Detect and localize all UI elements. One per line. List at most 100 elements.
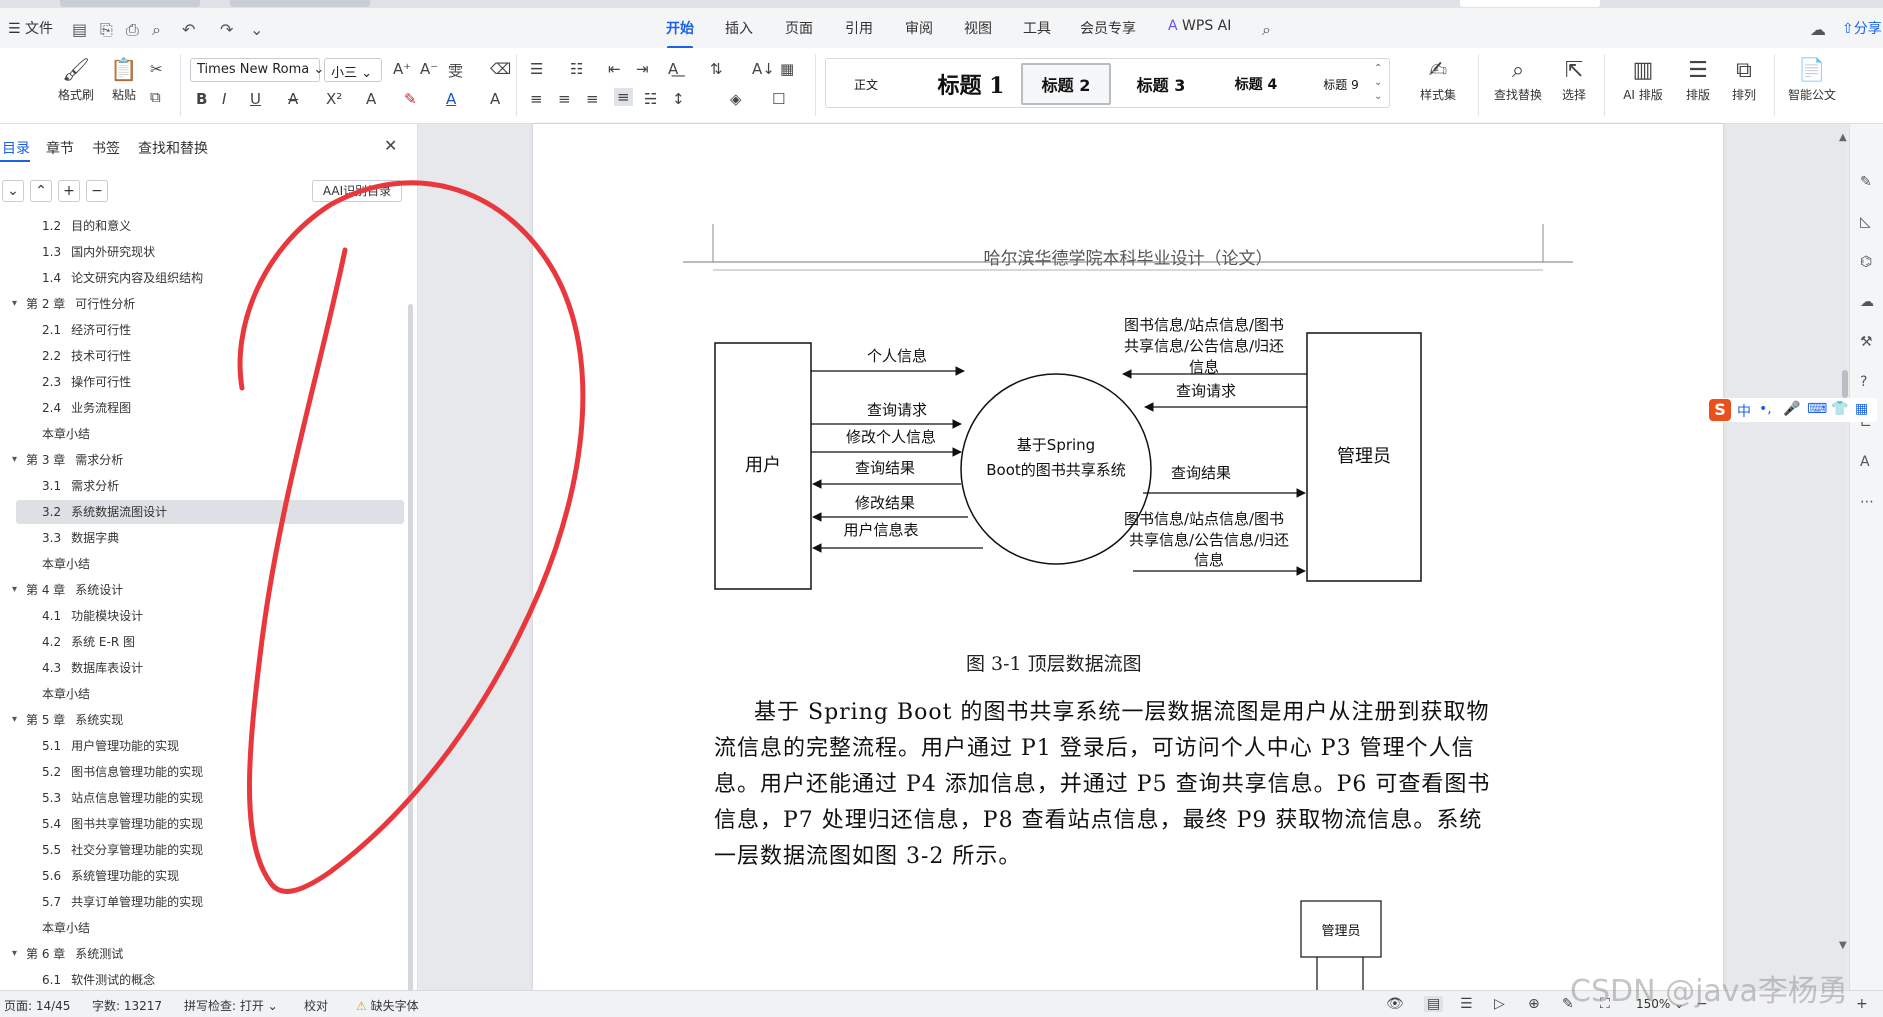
align-left-icon[interactable]: ≡ — [530, 90, 543, 108]
show-marks-icon[interactable]: ▦ — [780, 60, 794, 78]
remove-heading-button[interactable]: − — [86, 180, 108, 202]
toc-section-item[interactable]: 5.7 共享订单管理功能的实现 — [16, 890, 404, 914]
chinese-layout-icon[interactable]: A͟ — [668, 60, 678, 78]
style-heading-9[interactable]: 标题 9 — [1301, 63, 1381, 105]
toc-chapter-item[interactable]: ▾ 第 5 章系统实现 — [12, 708, 404, 732]
toc-section-item[interactable]: 1.4 论文研究内容及组织结构 — [16, 266, 404, 290]
style-heading-2[interactable]: 标题 2 — [1021, 63, 1111, 105]
collapse-caret-icon[interactable]: ▾ — [12, 708, 17, 732]
copy-icon[interactable]: ⧉ — [150, 88, 161, 106]
justify-icon[interactable]: ≡ — [614, 88, 633, 106]
word-count[interactable]: 字数: 13217 — [92, 997, 162, 1014]
cloud-sync-icon[interactable]: ☁ — [1810, 20, 1826, 39]
ime-skin-icon[interactable]: 👕 — [1831, 401, 1848, 417]
toc-chapter-item[interactable]: ▾ 第 4 章系统设计 — [12, 578, 404, 602]
scroll-up-icon[interactable]: ▲ — [1839, 132, 1847, 143]
toc-section-item[interactable]: 3.3 数据字典 — [16, 526, 404, 550]
toc-section-item[interactable]: 本章小结 — [16, 682, 404, 706]
ime-toolbar[interactable]: S 中 •, 🎤 ⌨ 👕 ▦ — [1707, 398, 1877, 422]
layout-button[interactable]: ☰ 排版 — [1676, 56, 1720, 103]
align-center-icon[interactable]: ≡ — [558, 90, 571, 108]
nav-tab-sections[interactable]: 章节 — [46, 138, 74, 158]
eye-protection-icon[interactable]: 👁 — [1386, 996, 1404, 1012]
quick-access-more-icon[interactable]: ⌄ — [250, 20, 263, 39]
gallery-expand-icon[interactable]: ⌄ — [1374, 91, 1382, 102]
collapse-caret-icon[interactable]: ▾ — [12, 448, 17, 472]
edit-icon[interactable]: ✎ — [1860, 174, 1872, 190]
help-icon[interactable]: ? — [1860, 374, 1867, 390]
style-set-button[interactable]: ✍ 样式集 — [1410, 56, 1466, 103]
toc-section-item[interactable]: 6.1 软件测试的概念 — [16, 968, 404, 988]
gallery-scroll-up-icon[interactable]: ⌃ — [1374, 63, 1382, 74]
comment-icon[interactable]: ◺ — [1860, 214, 1871, 230]
toc-section-item[interactable]: 2.3 操作可行性 — [16, 370, 404, 394]
toc-section-item[interactable]: 1.3 国内外研究现状 — [16, 240, 404, 264]
tab-tools[interactable]: 工具 — [1023, 18, 1051, 38]
play-icon[interactable]: ▷ — [1494, 996, 1505, 1012]
nav-tab-toc[interactable]: 目录 — [2, 138, 30, 158]
document-scrollbar[interactable] — [1841, 128, 1849, 983]
translate-icon[interactable]: ⌬ — [1860, 254, 1872, 270]
ime-menu-icon[interactable]: ▦ — [1855, 401, 1868, 417]
char-border-icon[interactable]: A — [490, 90, 500, 108]
toc-section-item[interactable]: 5.4 图书共享管理功能的实现 — [16, 812, 404, 836]
toc-section-item[interactable]: 本章小结 — [16, 552, 404, 576]
style-heading-3[interactable]: 标题 3 — [1116, 63, 1206, 105]
italic-icon[interactable]: I — [222, 90, 226, 108]
toc-section-item[interactable]: 5.1 用户管理功能的实现 — [16, 734, 404, 758]
smart-doc-button[interactable]: 📄 智能公文 — [1782, 56, 1842, 103]
style-heading-4[interactable]: 标题 4 — [1211, 63, 1301, 105]
outline-view-icon[interactable]: ☰ — [1460, 996, 1473, 1012]
toc-section-item[interactable]: 本章小结 — [16, 422, 404, 446]
expand-up-button[interactable]: ⌃ — [30, 180, 52, 202]
ime-voice-icon[interactable]: 🎤 — [1783, 401, 1800, 417]
toc-section-item[interactable]: 3.2 系统数据流图设计 — [16, 500, 404, 524]
toc-section-item[interactable]: 4.2 系统 E-R 图 — [16, 630, 404, 654]
increase-indent-icon[interactable]: ⇥ — [636, 60, 649, 78]
toc-chapter-item[interactable]: ▾ 第 6 章系统测试 — [12, 942, 404, 966]
web-view-icon[interactable]: ⊕ — [1528, 996, 1540, 1012]
style-normal[interactable]: 正文 — [836, 63, 896, 105]
zoom-in-icon[interactable]: + — [1856, 996, 1868, 1012]
toc-section-item[interactable]: 2.2 技术可行性 — [16, 344, 404, 368]
print-preview-icon[interactable]: ⌕ — [152, 20, 161, 40]
line-spacing-icon[interactable]: ↕ — [672, 90, 685, 108]
bold-icon[interactable]: B — [196, 90, 207, 108]
tab-insert[interactable]: 插入 — [725, 18, 753, 38]
font-name-select[interactable]: Times New Roma ⌄ — [190, 58, 324, 82]
paste-button[interactable]: 📋 粘贴 — [104, 56, 144, 103]
cut-icon[interactable]: ✂ — [150, 60, 163, 78]
toc-section-item[interactable]: 2.1 经济可行性 — [16, 318, 404, 342]
add-heading-button[interactable]: + — [58, 180, 80, 202]
toc-chapter-item[interactable]: ▾ 第 3 章需求分析 — [12, 448, 404, 472]
tab-references[interactable]: 引用 — [845, 18, 873, 38]
ai-toc-button[interactable]: AAI识别目录 — [312, 180, 402, 202]
align-right-icon[interactable]: ≡ — [586, 90, 599, 108]
strikethrough-icon[interactable]: A — [288, 90, 298, 108]
arrange-button[interactable]: ⧉ 排列 — [1722, 56, 1766, 103]
shading-icon[interactable]: ◈ — [730, 90, 742, 108]
toc-section-item[interactable]: 3.1 需求分析 — [16, 474, 404, 498]
toc-section-item[interactable]: 5.2 图书信息管理功能的实现 — [16, 760, 404, 784]
toc-section-item[interactable]: 2.4 业务流程图 — [16, 396, 404, 420]
superscript-icon[interactable]: X² — [326, 90, 342, 108]
toc-section-item[interactable]: 5.6 系统管理功能的实现 — [16, 864, 404, 888]
numbered-list-icon[interactable]: ☷ — [570, 60, 583, 78]
cloud-icon[interactable]: ☁ — [1860, 294, 1874, 310]
document-page[interactable]: 哈尔滨华德学院本科毕业设计（论文） 用户 管理员 基于Spring Boot的图… — [533, 124, 1723, 990]
collapse-all-button[interactable]: ⌄ — [2, 180, 24, 202]
ime-mode-label[interactable]: 中 — [1737, 401, 1751, 421]
collapse-caret-icon[interactable]: ▾ — [12, 942, 17, 966]
page-view-icon[interactable]: ▤ — [1424, 996, 1444, 1012]
sort-icon[interactable]: A↓ — [752, 60, 775, 78]
window-tab-active[interactable] — [1460, 0, 1600, 7]
phonetic-icon[interactable]: 雯 — [448, 60, 463, 81]
close-pane-icon[interactable]: ✕ — [384, 136, 397, 155]
nav-tab-find-replace[interactable]: 查找和替换 — [138, 138, 208, 158]
print-icon[interactable]: ⎙ — [126, 20, 139, 40]
toc-section-item[interactable]: 1.2 目的和意义 — [16, 214, 404, 238]
highlight-icon[interactable]: ✎ — [404, 90, 417, 108]
style-heading-1[interactable]: 标题 1 — [921, 63, 1021, 105]
file-menu[interactable]: ☰ 文件 — [8, 18, 53, 38]
more-icon[interactable]: ⋯ — [1860, 494, 1874, 510]
